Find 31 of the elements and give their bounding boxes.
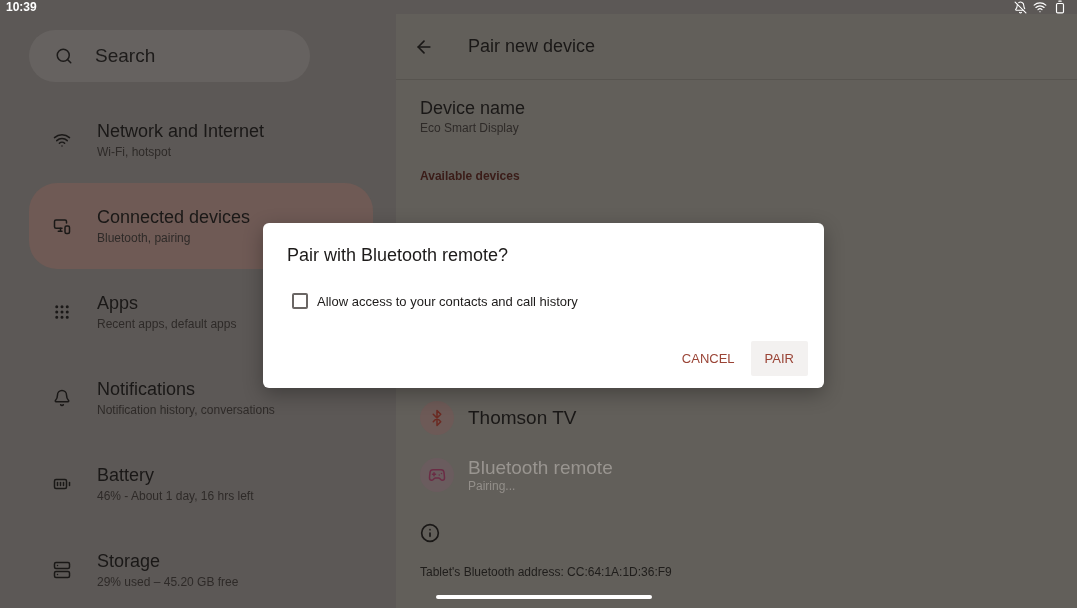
nav-title: Storage bbox=[97, 551, 162, 572]
bell-icon bbox=[53, 389, 71, 407]
bluetooth-address: Tablet's Bluetooth address: CC:64:1A:1D:36:F9 bbox=[420, 565, 673, 579]
search-field[interactable]: Search bbox=[29, 30, 310, 82]
wifi-icon bbox=[1033, 0, 1047, 14]
checkbox[interactable] bbox=[292, 293, 308, 309]
page-title: Pair new device bbox=[468, 36, 596, 57]
bell-off-icon bbox=[1014, 0, 1027, 14]
device-name-label: Device name bbox=[420, 98, 527, 119]
storage-icon bbox=[53, 561, 71, 579]
info-icon bbox=[420, 523, 440, 543]
nav-title: Apps bbox=[97, 293, 140, 314]
nav-title: Connected devices bbox=[97, 207, 251, 228]
gamepad-icon bbox=[420, 458, 454, 492]
dialog-button[interactable]: PAIR bbox=[750, 341, 808, 376]
search-icon bbox=[55, 47, 73, 65]
dialog-button[interactable]: CANCEL bbox=[667, 341, 749, 376]
nav-title: Battery bbox=[97, 465, 156, 486]
battery-icon bbox=[1053, 0, 1067, 14]
device-name[interactable]: Thomson TV bbox=[468, 407, 577, 429]
status-time: 10:39 bbox=[6, 0, 37, 14]
grid-icon bbox=[53, 303, 71, 321]
nav-title: Network and Internet bbox=[97, 121, 265, 142]
nav-title: Notifications bbox=[97, 379, 197, 400]
checkbox-label: Allow access to your contacts and call history bbox=[317, 293, 578, 309]
section-header: Available devices bbox=[420, 169, 521, 183]
search-input[interactable]: Search bbox=[93, 44, 277, 68]
nav-subtitle: Bluetooth, pairing bbox=[97, 231, 192, 245]
wifi-icon bbox=[53, 131, 71, 149]
bluetooth-icon bbox=[420, 401, 454, 435]
devices-icon bbox=[53, 217, 71, 235]
